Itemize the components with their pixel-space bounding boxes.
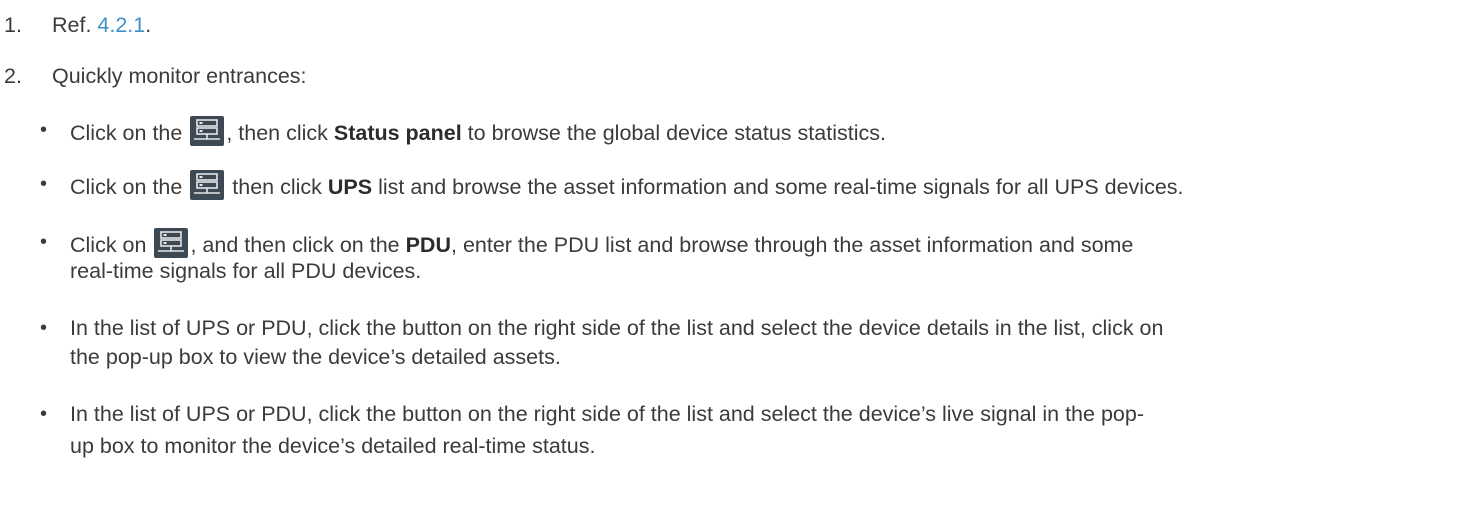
step-text: Ref. 4.2.1. xyxy=(52,11,151,39)
bullet-text: Click on the , then click Status panel t… xyxy=(70,116,886,147)
ups-label: UPS xyxy=(327,175,373,199)
server-list-icon[interactable] xyxy=(154,228,189,258)
ref-prefix: Ref. xyxy=(52,13,98,37)
bullet-dot: • xyxy=(40,119,48,141)
step-number: 1. xyxy=(4,13,22,37)
bullet-dot: • xyxy=(40,317,48,339)
bullet-text: Click on , and then click on the PDU, en… xyxy=(70,228,1133,259)
ref-suffix: . xyxy=(145,13,152,37)
server-list-icon[interactable] xyxy=(190,170,225,200)
pdu-label: PDU xyxy=(405,233,451,257)
bullet-dot: • xyxy=(40,403,48,425)
bullet-text: In the list of UPS or PDU, click the but… xyxy=(70,402,1144,426)
section-link[interactable]: 4.2.1 xyxy=(97,13,145,37)
bullet-text: In the list of UPS or PDU, click the but… xyxy=(70,316,1164,340)
step-text: Quickly monitor entrances: xyxy=(52,64,307,88)
server-list-icon[interactable] xyxy=(190,116,225,146)
bullet-dot: • xyxy=(40,231,48,253)
status-panel-label: Status panel xyxy=(333,121,462,145)
step-number: 2. xyxy=(4,64,22,88)
bullet-text: Click on the then click UPS list and bro… xyxy=(70,170,1184,201)
bullet-dot: • xyxy=(40,173,48,195)
